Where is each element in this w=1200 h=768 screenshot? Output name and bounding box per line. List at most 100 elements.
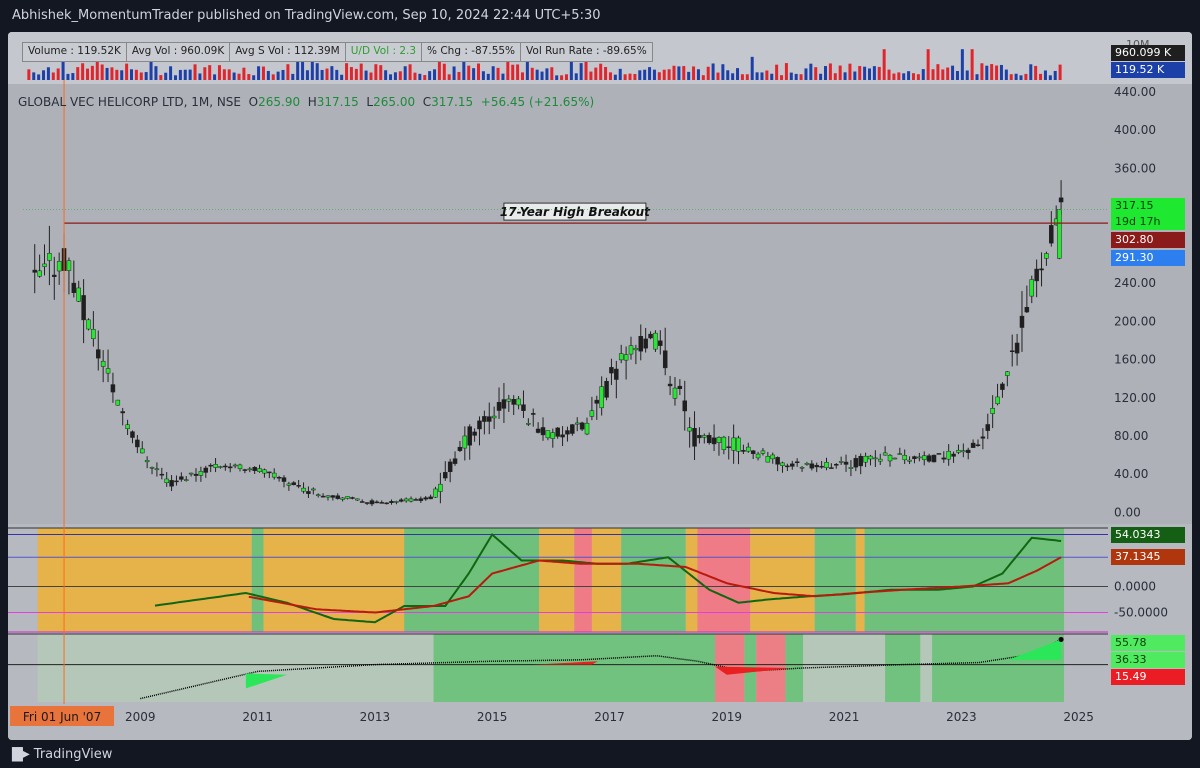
candle-body	[760, 450, 766, 454]
volume-bar	[173, 75, 177, 80]
oscillator-1-axis-label: -50.0000	[1114, 606, 1168, 620]
volume-bar	[227, 69, 231, 80]
volume-bar	[843, 72, 847, 80]
volume-bar	[359, 63, 363, 80]
candle-body	[804, 463, 810, 465]
volume-bar	[672, 65, 676, 80]
candle-body	[110, 384, 116, 393]
candle-body	[863, 455, 868, 463]
volume-bar	[931, 69, 935, 80]
zone-band	[621, 528, 686, 632]
candle-body	[188, 472, 194, 475]
candle-body	[579, 422, 585, 430]
candle-body	[775, 457, 780, 465]
price-label: 302.80	[1111, 232, 1185, 248]
volume-bar	[305, 70, 309, 80]
volume-bar	[618, 68, 622, 80]
candle-body	[91, 329, 96, 339]
candle-body	[638, 336, 644, 352]
candle-body	[252, 467, 257, 471]
candle-body	[706, 435, 712, 444]
volume-bar	[921, 69, 925, 80]
volume-bar	[594, 67, 598, 80]
volume-bar	[711, 63, 715, 80]
candle-body	[956, 450, 961, 453]
price-label: 19d 17h	[1111, 214, 1185, 230]
volume-bar	[354, 68, 358, 80]
candle-body	[66, 260, 72, 271]
candle-body	[237, 464, 243, 469]
candle-body	[359, 501, 365, 503]
chart-frame[interactable]: 10M0.0040.0080.00120.00160.00200.00240.0…	[8, 32, 1192, 740]
volume-bar	[183, 69, 187, 80]
volume-bar	[261, 66, 265, 80]
candle-body	[1044, 253, 1049, 259]
candle-body	[921, 455, 927, 460]
volume-bar	[51, 72, 55, 80]
volume-bar	[477, 63, 481, 80]
volume-bar	[472, 68, 476, 80]
candle-body	[785, 465, 790, 468]
candle-body	[144, 460, 150, 463]
volume-bar	[501, 73, 505, 80]
candle-body	[257, 468, 262, 472]
candle-body	[42, 263, 47, 267]
candle-body	[980, 436, 986, 439]
volume-bar	[926, 49, 930, 80]
close-value: 317.15	[431, 95, 474, 109]
candle-body	[770, 454, 775, 460]
time-axis-label: 2021	[829, 710, 860, 724]
time-axis-label: 2025	[1063, 710, 1094, 724]
volume-bar	[237, 73, 241, 80]
candle-body	[81, 295, 86, 321]
volume-bar	[408, 64, 412, 80]
volume-bar	[863, 66, 867, 80]
volume-bar	[154, 66, 158, 80]
candle-body	[726, 446, 731, 448]
candle-body	[47, 253, 52, 261]
tradingview-logo[interactable]: ▇▸ TradingView	[12, 746, 112, 762]
symbol-name: GLOBAL VEC HELICORP LTD, 1M, NSE	[18, 95, 241, 109]
candle-body	[379, 502, 384, 504]
volume-bar	[1048, 75, 1052, 80]
candle-body	[262, 469, 267, 474]
candle-body	[599, 386, 604, 409]
volume-bar	[999, 64, 1003, 80]
volume-bar	[643, 69, 647, 80]
candle-body	[809, 463, 815, 469]
volume-bar	[203, 67, 207, 80]
candle-body	[736, 437, 741, 452]
candle-body	[902, 455, 907, 461]
candle-body	[550, 432, 556, 439]
candle-body	[159, 473, 165, 476]
candle-body	[232, 464, 238, 467]
candle-body	[227, 466, 233, 469]
candle-body	[418, 498, 424, 501]
volume-bar	[32, 72, 36, 80]
candle-body	[526, 423, 531, 425]
chart-svg[interactable]: 10M0.0040.0080.00120.00160.00200.00240.0…	[8, 32, 1192, 740]
volume-bar	[271, 74, 275, 80]
candle-body	[535, 428, 541, 433]
stats-bar-item: U/D Vol : 2.3	[346, 43, 423, 61]
candle-body	[311, 488, 316, 491]
candle-body	[951, 453, 956, 457]
price-axis-label: 80.00	[1114, 429, 1148, 443]
top-bar: Abhishek_MomentumTrader published on Tra…	[0, 0, 1200, 32]
candle-body	[1058, 197, 1064, 203]
volume-bar	[315, 63, 319, 80]
volume-bar	[403, 66, 407, 80]
candle-body	[149, 466, 155, 469]
volume-bar	[706, 66, 710, 80]
candle-body	[281, 477, 287, 482]
price-axis-label: 240.00	[1114, 276, 1156, 290]
zone-band	[814, 528, 856, 632]
zone-band	[263, 528, 405, 632]
volume-bar	[579, 63, 583, 80]
stats-bar-item: Avg S Vol : 112.39M	[230, 43, 346, 61]
candle-body	[765, 456, 771, 463]
volume-bar	[872, 66, 876, 80]
volume-bar	[398, 71, 402, 80]
candle-body	[491, 415, 497, 419]
volume-bar	[188, 69, 192, 80]
